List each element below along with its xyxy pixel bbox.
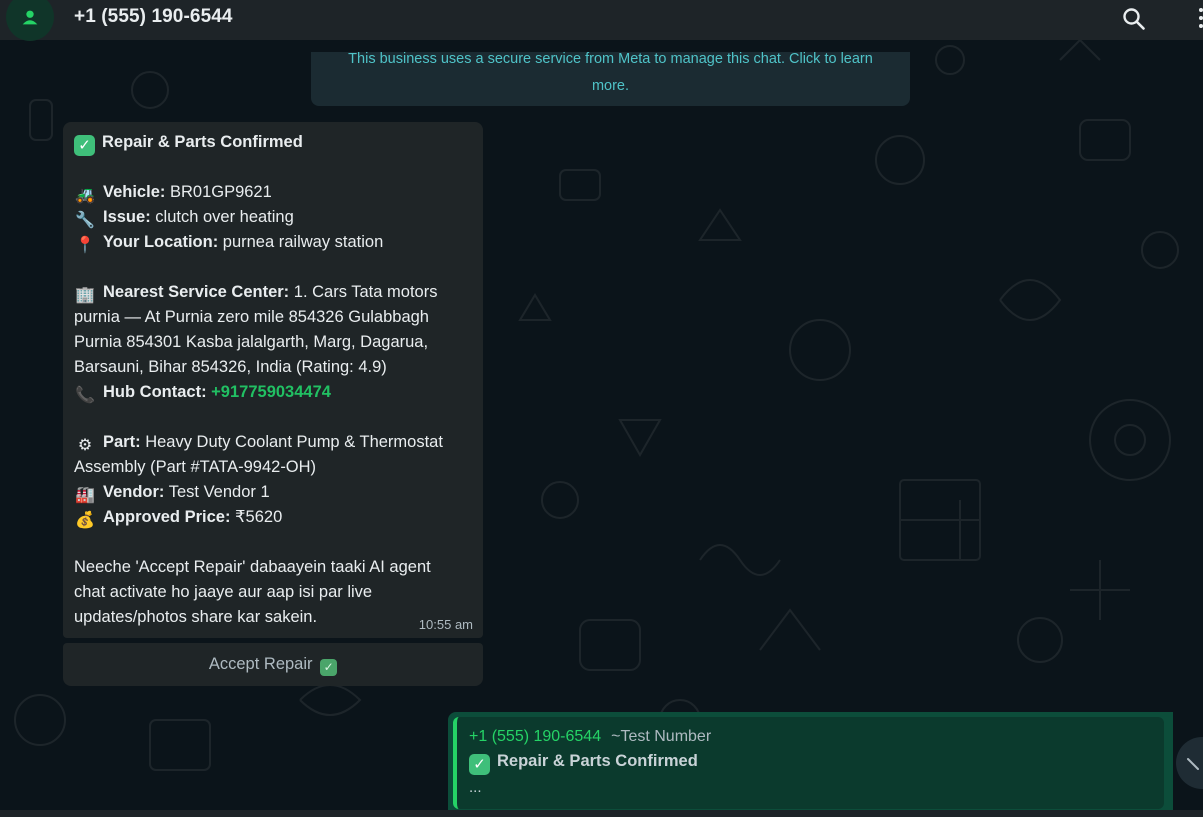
gear-icon: ⚙ — [77, 437, 93, 454]
instruction-line: chat activate ho jaaye aur aap isi par l… — [74, 583, 373, 601]
vehicle-value: BR01GP9621 — [169, 183, 272, 201]
check-mark-icon: ✓ — [74, 135, 95, 156]
encryption-banner[interactable]: This business uses a secure service from… — [311, 52, 910, 106]
chevron-down-icon — [1187, 758, 1199, 770]
incoming-message-bubble: ✓ Repair & Parts Confirmed 🚜 Vehicle: BR01… — [63, 122, 483, 638]
quoted-ellipsis: ... — [469, 779, 482, 796]
hub-contact-line: 📞 Hub Contact: +917759034474 — [74, 380, 331, 406]
quoted-sender-number: +1 (555) 190-6544 — [469, 728, 602, 745]
price-value: ₹5620 — [235, 508, 283, 526]
money-bag-icon: 💰 — [75, 512, 95, 529]
scroll-down-button[interactable] — [1176, 737, 1203, 789]
hub-contact-phone-link[interactable]: +917759034474 — [211, 383, 331, 401]
vendor-line: 🏭 Vendor: Test Vendor 1 — [74, 480, 270, 506]
message-timestamp: 10:55 am — [418, 617, 473, 632]
outgoing-message-bubble: +1 (555) 190-6544 ~Test Number ✓ Repair & … — [448, 712, 1173, 817]
vendor-label: Vendor: — [103, 483, 165, 501]
search-icon — [1123, 8, 1145, 30]
phone-icon: 📞 — [75, 387, 95, 404]
location-pin-icon: 📍 — [75, 237, 95, 254]
part-label: Part: — [103, 433, 141, 451]
accept-repair-button[interactable]: Accept Repair ✓ — [63, 643, 483, 686]
service-center-address-line: Barsauni, Bihar 854326, India (Rating: 4… — [74, 358, 387, 376]
vehicle-line: 🚜 Vehicle: BR01GP9621 — [74, 180, 272, 206]
service-center-address-line: Purnia 854301 Kasba jalalgarth, Marg, Da… — [74, 333, 429, 351]
quoted-message[interactable]: +1 (555) 190-6544 ~Test Number ✓ Repair & … — [453, 717, 1164, 809]
price-label: Approved Price: — [103, 508, 231, 526]
menu-icon[interactable] — [1197, 0, 1203, 40]
building-icon: 🏢 — [75, 287, 95, 304]
part-value-line: Assembly (Part #TATA-9942-OH) — [74, 458, 317, 476]
tractor-icon: 🚜 — [75, 187, 95, 204]
wrench-icon: 🔧 — [75, 212, 95, 229]
service-center-value: 1. Cars Tata motors — [293, 283, 438, 301]
user-avatar-icon — [22, 10, 38, 25]
search-button[interactable] — [1121, 6, 1147, 32]
contact-name[interactable]: +1 (555) 190-6544 — [74, 6, 233, 28]
banner-text: This business uses a secure service from… — [348, 52, 873, 94]
vendor-value: Test Vendor 1 — [168, 483, 270, 501]
vehicle-label: Vehicle: — [103, 183, 166, 201]
quoted-title: Repair & Parts Confirmed — [497, 752, 698, 770]
issue-label: Issue: — [103, 208, 151, 226]
chat-header: +1 (555) 190-6544 — [0, 0, 1203, 41]
composer-bar — [0, 810, 1203, 817]
contact-avatar[interactable] — [6, 0, 54, 41]
location-value: purnea railway station — [222, 233, 384, 251]
issue-line: 🔧 Issue: clutch over heating — [74, 205, 294, 231]
quoted-sender-name: ~Test Number — [611, 728, 712, 745]
message-title-line: ✓ Repair & Parts Confirmed — [74, 130, 303, 156]
message-title: Repair & Parts Confirmed — [102, 133, 303, 151]
accept-repair-label: Accept Repair — [208, 655, 313, 673]
instruction-line: Neeche 'Accept Repair' dabaayein taaki A… — [74, 558, 431, 576]
service-center-address-line: purnia — At Purnia zero mile 854326 Gula… — [74, 308, 429, 326]
quoted-title-line: ✓ Repair & Parts Confirmed — [469, 752, 698, 775]
quoted-sender: +1 (555) 190-6544 ~Test Number — [469, 728, 711, 746]
price-line: 💰 Approved Price: ₹5620 — [74, 505, 282, 531]
instruction-line: updates/photos share kar sakein. — [74, 608, 318, 626]
hub-contact-label: Hub Contact: — [103, 383, 207, 401]
service-center-line: 🏢 Nearest Service Center: 1. Cars Tata mo… — [74, 280, 437, 306]
check-mark-icon: ✓ — [469, 754, 490, 775]
part-line: ⚙ Part: Heavy Duty Coolant Pump & Thermos… — [74, 430, 443, 456]
chat-window: +1 (555) 190-6544 This business uses a s… — [0, 0, 1203, 817]
service-center-label: Nearest Service Center: — [103, 283, 290, 301]
check-mark-icon: ✓ — [320, 659, 338, 676]
part-value: Heavy Duty Coolant Pump & Thermostat — [145, 433, 443, 451]
issue-value: clutch over heating — [155, 208, 294, 226]
location-label: Your Location: — [103, 233, 219, 251]
factory-icon: 🏭 — [75, 487, 95, 504]
location-line: 📍 Your Location: purnea railway station — [74, 230, 383, 256]
